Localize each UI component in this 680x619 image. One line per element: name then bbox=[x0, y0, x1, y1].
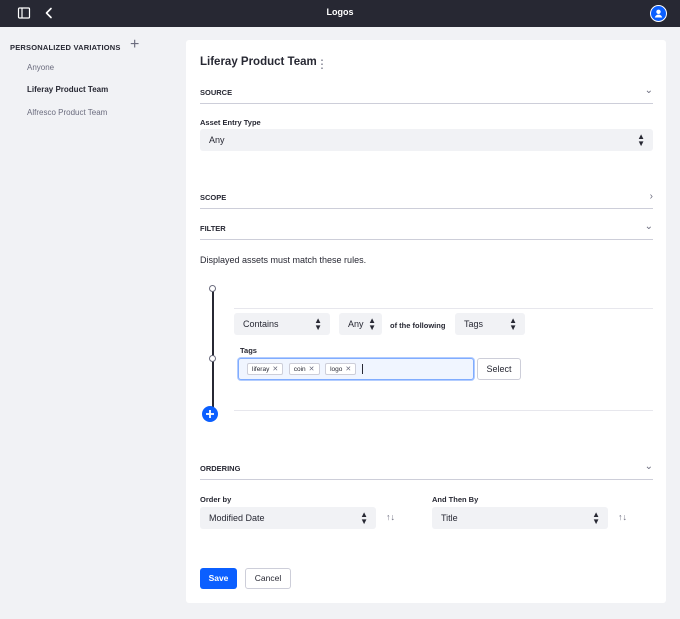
variations-sidebar: PERSONALIZED VARIATIONS + Anyone Liferay… bbox=[0, 27, 178, 619]
rule-field-value: Tags bbox=[464, 319, 484, 329]
rule-field-select[interactable]: Tags ▲ ▼ bbox=[455, 313, 525, 335]
chevron-right-icon: › bbox=[649, 191, 653, 202]
tag-chip: liferay ✕ bbox=[247, 363, 284, 375]
section-ordering-title: ORDERING bbox=[200, 464, 241, 473]
tags-input[interactable]: liferay ✕ coin ✕ logo ✕ bbox=[238, 358, 474, 380]
section-scope-title: SCOPE bbox=[200, 193, 227, 202]
sort-arrows-icon: ▲ ▼ bbox=[637, 132, 645, 148]
plus-icon[interactable]: + bbox=[130, 37, 139, 53]
rule-operator-value: Contains bbox=[243, 319, 279, 329]
rule-of-following-label: of the following bbox=[390, 321, 446, 330]
section-ordering-header[interactable]: ORDERING ⌄ bbox=[200, 461, 653, 480]
close-icon[interactable]: ✕ bbox=[272, 366, 278, 373]
then-by-label: And Then By bbox=[432, 495, 479, 504]
rule-connector-node bbox=[209, 355, 216, 362]
sidebar-item-anyone[interactable]: Anyone bbox=[27, 63, 54, 72]
kebab-menu-icon[interactable]: ⋮ bbox=[316, 57, 328, 71]
rule-connector-line bbox=[212, 288, 214, 410]
sort-arrows-icon: ▲ ▼ bbox=[592, 510, 600, 526]
section-filter-title: FILTER bbox=[200, 224, 226, 233]
plus-icon bbox=[206, 410, 214, 418]
section-source-title: SOURCE bbox=[200, 88, 233, 97]
page-title: Logos bbox=[326, 7, 354, 17]
sort-arrows-icon: ▲ ▼ bbox=[368, 316, 376, 332]
top-bar: Logos bbox=[0, 0, 680, 27]
close-icon[interactable]: ✕ bbox=[309, 366, 315, 373]
sort-direction-icon[interactable]: ↑↓ bbox=[386, 512, 395, 522]
tag-chip-label: coin bbox=[293, 366, 306, 373]
section-scope-header[interactable]: SCOPE › bbox=[200, 191, 653, 209]
order-by-value: Modified Date bbox=[209, 513, 265, 523]
sort-direction-icon[interactable]: ↑↓ bbox=[618, 512, 627, 522]
then-by-value: Title bbox=[441, 513, 458, 523]
then-by-select[interactable]: Title ▲ ▼ bbox=[432, 507, 608, 529]
tag-chip-label: logo bbox=[330, 366, 343, 373]
sort-arrows-icon: ▲ ▼ bbox=[509, 316, 517, 332]
asset-entry-type-select[interactable]: Any ▲ ▼ bbox=[200, 129, 653, 151]
save-button[interactable]: Save bbox=[200, 568, 237, 589]
sidebar-item-alfresco-product-team[interactable]: Alfresco Product Team bbox=[27, 108, 107, 117]
rule-divider bbox=[234, 308, 653, 309]
user-avatar-icon[interactable] bbox=[650, 5, 667, 22]
tag-chip-label: liferay bbox=[252, 366, 270, 373]
asset-entry-type-label: Asset Entry Type bbox=[200, 118, 261, 127]
text-cursor bbox=[361, 364, 363, 374]
chevron-down-icon: ⌄ bbox=[644, 461, 653, 472]
add-rule-button[interactable] bbox=[202, 406, 218, 422]
asset-entry-type-value: Any bbox=[209, 135, 225, 145]
sort-arrows-icon: ▲ ▼ bbox=[360, 510, 368, 526]
sort-arrows-icon: ▲ ▼ bbox=[314, 316, 322, 332]
filter-description: Displayed assets must match these rules. bbox=[200, 255, 367, 265]
rule-quantifier-value: Any bbox=[348, 319, 364, 329]
rule-connector-node bbox=[209, 285, 216, 292]
section-filter-header[interactable]: FILTER ⌄ bbox=[200, 221, 653, 240]
chevron-down-icon: ⌄ bbox=[644, 221, 653, 232]
sidebar-heading: PERSONALIZED VARIATIONS bbox=[10, 43, 121, 52]
tags-label: Tags bbox=[240, 346, 257, 355]
close-icon[interactable]: ✕ bbox=[345, 366, 351, 373]
order-by-label: Order by bbox=[200, 495, 232, 504]
panel-title: Liferay Product Team bbox=[200, 56, 317, 68]
order-by-select[interactable]: Modified Date ▲ ▼ bbox=[200, 507, 376, 529]
variation-panel: Liferay Product Team ⋮ SOURCE ⌄ Asset En… bbox=[186, 40, 666, 603]
cancel-button[interactable]: Cancel bbox=[245, 568, 291, 589]
select-tags-button[interactable]: Select bbox=[477, 358, 521, 380]
sidebar-item-liferay-product-team[interactable]: Liferay Product Team bbox=[27, 85, 108, 94]
rule-divider bbox=[234, 410, 653, 411]
chevron-down-icon: ⌄ bbox=[644, 85, 653, 96]
section-source-header[interactable]: SOURCE ⌄ bbox=[200, 85, 653, 104]
tag-chip: logo ✕ bbox=[325, 363, 357, 375]
rule-quantifier-select[interactable]: Any ▲ ▼ bbox=[339, 313, 382, 335]
tag-chip: coin ✕ bbox=[288, 363, 320, 375]
rule-operator-select[interactable]: Contains ▲ ▼ bbox=[234, 313, 330, 335]
